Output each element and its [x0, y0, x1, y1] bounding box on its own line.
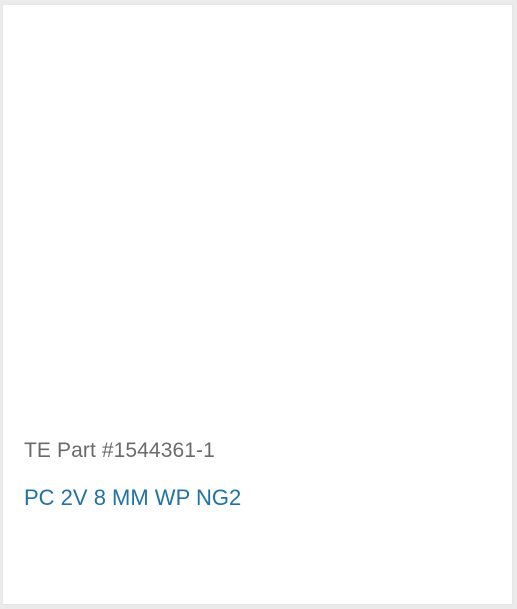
- part-number: TE Part #1544361-1: [24, 439, 215, 462]
- product-name-link[interactable]: PC 2V 8 MM WP NG2: [24, 485, 241, 511]
- product-image[interactable]: [3, 5, 512, 425]
- product-card[interactable]: TE Part #1544361-1 PC 2V 8 MM WP NG2: [2, 4, 513, 605]
